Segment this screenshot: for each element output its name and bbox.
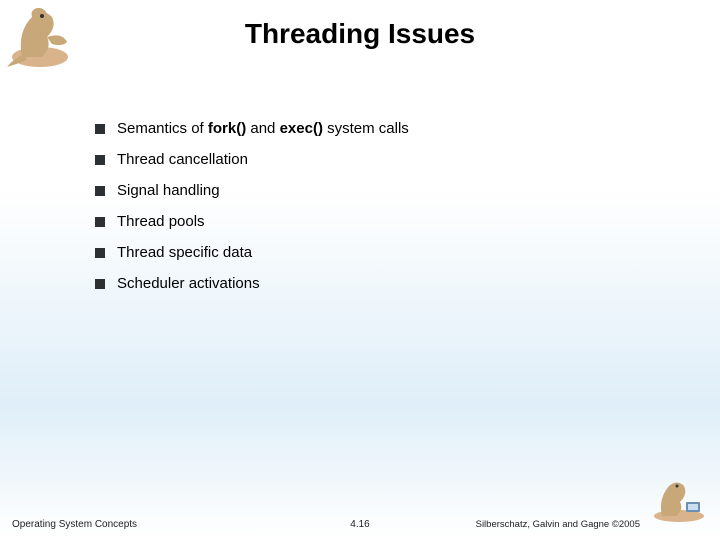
list-item-text: Thread pools [117, 213, 205, 230]
square-bullet-icon [95, 279, 105, 289]
square-bullet-icon [95, 217, 105, 227]
square-bullet-icon [95, 155, 105, 165]
list-item-text: Scheduler activations [117, 275, 260, 292]
list-item-text: Signal handling [117, 182, 220, 199]
list-item: Semantics of fork() and exec() system ca… [95, 120, 660, 137]
bullet-list: Semantics of fork() and exec() system ca… [95, 120, 660, 306]
list-item-text: Thread cancellation [117, 151, 248, 168]
list-item: Signal handling [95, 182, 660, 199]
square-bullet-icon [95, 248, 105, 258]
footer-copyright: Silberschatz, Galvin and Gagne ©2005 [476, 519, 640, 530]
list-item: Scheduler activations [95, 275, 660, 292]
slide-footer: Operating System Concepts 4.16 Silbersch… [0, 512, 720, 530]
square-bullet-icon [95, 186, 105, 196]
list-item: Thread specific data [95, 244, 660, 261]
list-item-text: Thread specific data [117, 244, 252, 261]
list-item-text: Semantics of fork() and exec() system ca… [117, 120, 409, 137]
slide-title: Threading Issues [0, 18, 720, 50]
list-item: Thread cancellation [95, 151, 660, 168]
square-bullet-icon [95, 124, 105, 134]
list-item: Thread pools [95, 213, 660, 230]
